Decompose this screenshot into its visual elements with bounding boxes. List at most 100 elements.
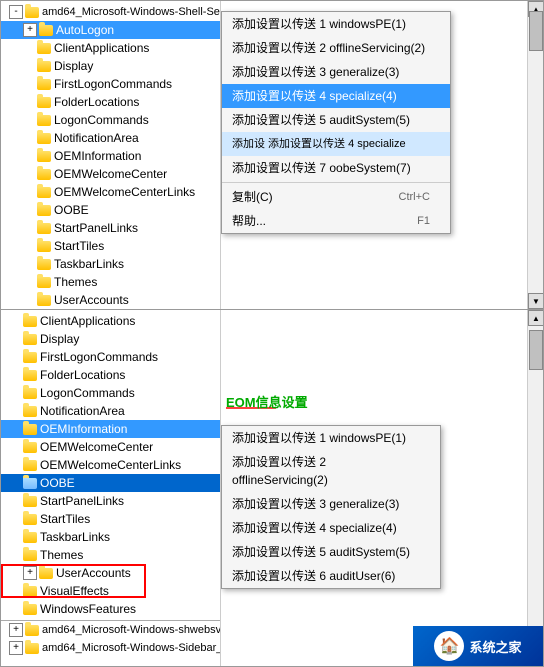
watermark-icon: 🏠	[434, 631, 464, 661]
label-starttiles: StartTiles	[54, 238, 104, 254]
b-expand-footer1[interactable]: +	[9, 623, 23, 637]
b-label-useraccounts: UserAccounts	[56, 565, 131, 581]
ctx-item-winpe[interactable]: 添加设置以传送 1 windowsPE(1)	[222, 12, 450, 36]
b-folder-icon-oobe	[23, 476, 37, 490]
top-scrollbar-v[interactable]: ▲ ▼	[527, 1, 543, 309]
b-label-visualeffects: VisualEffects	[40, 583, 109, 599]
b-expand-useraccounts[interactable]: +	[23, 566, 37, 580]
tree-item-oobe[interactable]: OOBE	[1, 201, 220, 219]
label-firstlogon: FirstLogonCommands	[54, 76, 172, 92]
b-tree-item-notificationarea[interactable]: NotificationArea	[1, 402, 220, 420]
b-tree-item-oemwelcome[interactable]: OEMWelcomeCenter	[1, 438, 220, 456]
b-tree-footer-2[interactable]: + amd64_Microsoft-Windows-Sidebar_6.3.96…	[1, 639, 220, 657]
tree-item-display[interactable]: Display	[1, 57, 220, 75]
b-tree-item-startpanel[interactable]: StartPanelLinks	[1, 492, 220, 510]
ctx-item-auditsystem[interactable]: 添加设置以传送 5 auditSystem(5)	[222, 108, 450, 132]
scroll-thumb[interactable]	[529, 11, 543, 51]
b-ctx-item-winpe[interactable]: 添加设置以传送 1 windowsPE(1)	[222, 426, 440, 450]
b-folder-icon-notificationarea	[23, 404, 37, 418]
label-notificationarea: NotificationArea	[54, 130, 139, 146]
b-label-themes: Themes	[40, 547, 83, 563]
b-ctx-item-auditsystem[interactable]: 添加设置以传送 5 auditSystem(5)	[222, 540, 440, 564]
ctx-item-tooltip: 添加设 添加设置以传送 4 specialize	[222, 132, 450, 156]
b-tree-item-display[interactable]: Display	[1, 330, 220, 348]
tree-item-firstlogon[interactable]: FirstLogonCommands	[1, 75, 220, 93]
b-ctx-item-specialize[interactable]: 添加设置以传送 4 specialize(4)	[222, 516, 440, 540]
b-redbox-group: + UserAccounts VisualEffects	[1, 564, 220, 600]
folder-icon-display	[37, 59, 51, 73]
b-folder-icon-taskbarlinks	[23, 530, 37, 544]
expand-root[interactable]: -	[9, 5, 23, 19]
b-label-oobe: OOBE	[40, 475, 75, 491]
label-oemwelcomelinks: OEMWelcomeCenterLinks	[54, 184, 195, 200]
tree-item-oemwelcomelinks[interactable]: OEMWelcomeCenterLinks	[1, 183, 220, 201]
b-tree-item-oeminfo[interactable]: OEMInformation	[1, 420, 220, 438]
b-tree-item-taskbarlinks[interactable]: TaskbarLinks	[1, 528, 220, 546]
b-scroll-up-btn[interactable]: ▲	[528, 310, 543, 326]
b-folder-icon-useraccounts	[39, 566, 53, 580]
b-tree-item-visualeffects[interactable]: VisualEffects	[1, 582, 220, 600]
tree-item-notificationarea[interactable]: NotificationArea	[1, 129, 220, 147]
b-label-clientapps: ClientApplications	[40, 313, 135, 329]
root-label: amd64_Microsoft-Windows-Shell-Setup_6.3.…	[42, 4, 221, 20]
ctx-item-oobesystem[interactable]: 添加设置以传送 7 oobeSystem(7)	[222, 156, 450, 180]
tree-item-starttiles[interactable]: StartTiles	[1, 237, 220, 255]
top-panel: - amd64_Microsoft-Windows-Shell-Setup_6.…	[0, 0, 544, 310]
ctx-item-specialize[interactable]: 添加设置以传送 4 specialize(4)	[222, 84, 450, 108]
tree-item-folderlocations[interactable]: FolderLocations	[1, 93, 220, 111]
b-ctx-item-offlineservicing[interactable]: 添加设置以传送 2 offlineServicing(2)	[222, 450, 440, 492]
b-tree-item-firstlogon[interactable]: FirstLogonCommands	[1, 348, 220, 366]
folder-icon-oeminfo	[37, 149, 51, 163]
folder-icon-firstlogon	[37, 77, 51, 91]
scroll-down-btn[interactable]: ▼	[528, 293, 543, 309]
b-tree-item-windowsfeatures[interactable]: WindowsFeatures	[1, 600, 220, 618]
label-oobe: OOBE	[54, 202, 89, 218]
tree-item-themes[interactable]: Themes	[1, 273, 220, 291]
b-tree-item-themes[interactable]: Themes	[1, 546, 220, 564]
b-tree-item-starttiles[interactable]: StartTiles	[1, 510, 220, 528]
b-label-windowsfeatures: WindowsFeatures	[40, 601, 136, 617]
bottom-scrollbar-v[interactable]: ▲ ▼	[527, 310, 543, 666]
folder-icon-starttiles	[37, 239, 51, 253]
b-tree-item-folderlocations[interactable]: FolderLocations	[1, 366, 220, 384]
expand-autologon[interactable]: +	[23, 23, 37, 37]
b-ctx-item-generalize[interactable]: 添加设置以传送 3 generalize(3)	[222, 492, 440, 516]
ctx-item-copy[interactable]: 复制(C) Ctrl+C	[222, 185, 450, 209]
b-tree-item-clientapps[interactable]: ClientApplications	[1, 312, 220, 330]
label-folderlocations: FolderLocations	[54, 94, 139, 110]
tree-item-logoncmds[interactable]: LogonCommands	[1, 111, 220, 129]
tree-item-taskbarlinks[interactable]: TaskbarLinks	[1, 255, 220, 273]
tree-item-useraccounts[interactable]: UserAccounts	[1, 291, 220, 309]
b-folder-icon-themes	[23, 548, 37, 562]
b-expand-footer2[interactable]: +	[9, 641, 23, 655]
label-oemwelcome: OEMWelcomeCenter	[54, 166, 167, 182]
ctx-item-offlineservicing[interactable]: 添加设置以传送 2 offlineServicing(2)	[222, 36, 450, 60]
b-tree-footer-1[interactable]: + amd64_Microsoft-Windows-shwebsvc_6.3.9…	[1, 620, 220, 639]
b-tree-item-oemwelcomelinks[interactable]: OEMWelcomeCenterLinks	[1, 456, 220, 474]
b-folder-icon-folderlocations	[23, 368, 37, 382]
label-taskbarlinks: TaskbarLinks	[54, 256, 124, 272]
tree-item-clientapps[interactable]: ClientApplications	[1, 39, 220, 57]
folder-icon-oemwelcomelinks	[37, 185, 51, 199]
tree-item-autologon[interactable]: + AutoLogon	[1, 21, 220, 39]
label-autologon: AutoLogon	[56, 22, 114, 38]
ctx-item-help[interactable]: 帮助... F1	[222, 209, 450, 233]
label-display: Display	[54, 58, 93, 74]
b-scroll-thumb[interactable]	[529, 330, 543, 370]
tree-item-oemwelcome[interactable]: OEMWelcomeCenter	[1, 165, 220, 183]
tree-root-node[interactable]: - amd64_Microsoft-Windows-Shell-Setup_6.…	[1, 3, 220, 21]
b-ctx-item-audituser[interactable]: 添加设置以传送 6 auditUser(6)	[222, 564, 440, 588]
b-label-notificationarea: NotificationArea	[40, 403, 125, 419]
top-tree-area: - amd64_Microsoft-Windows-Shell-Setup_6.…	[1, 1, 221, 309]
b-folder-icon-oeminfo	[23, 422, 37, 436]
b-tree-item-oobe[interactable]: OOBE	[1, 474, 220, 492]
folder-icon-oemwelcome	[37, 167, 51, 181]
main-container: - amd64_Microsoft-Windows-Shell-Setup_6.…	[0, 0, 544, 667]
b-tree-item-useraccounts[interactable]: + UserAccounts	[1, 564, 220, 582]
tree-item-startpanel[interactable]: StartPanelLinks	[1, 219, 220, 237]
tree-item-oeminfo[interactable]: OEMInformation	[1, 147, 220, 165]
b-tree-item-logoncmds[interactable]: LogonCommands	[1, 384, 220, 402]
watermark-text: 系统之家	[469, 637, 521, 656]
ctx-item-generalize[interactable]: 添加设置以传送 3 generalize(3)	[222, 60, 450, 84]
folder-icon-logoncmds	[37, 113, 51, 127]
